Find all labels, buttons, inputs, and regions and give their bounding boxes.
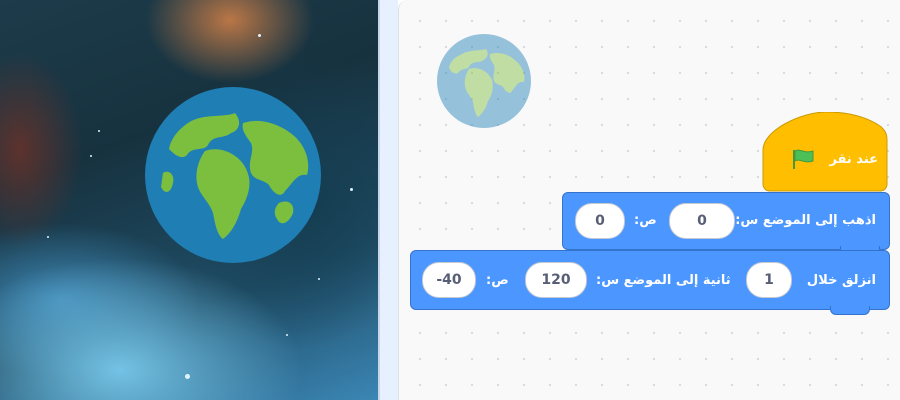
star [286, 334, 288, 336]
star [318, 278, 320, 280]
star [47, 236, 49, 238]
sprite-thumbnail [437, 34, 531, 128]
glide-label: انزلق خلال [806, 273, 876, 288]
glide-y-input[interactable]: -40 [422, 262, 476, 298]
x-position-input[interactable]: 0 [669, 203, 735, 239]
stage-divider[interactable] [378, 0, 398, 400]
star [350, 188, 353, 191]
go-to-xy-label: اذهب إلى الموضع س: [735, 213, 876, 228]
glide-seconds-input[interactable]: 1 [746, 262, 792, 298]
stage[interactable] [0, 0, 378, 400]
star [258, 34, 261, 37]
glide-y-label: ص: [486, 273, 509, 288]
glide-x-input[interactable]: 120 [525, 262, 587, 298]
star [98, 130, 100, 132]
y-label: ص: [634, 213, 657, 228]
star [185, 374, 190, 379]
green-flag-icon [793, 149, 814, 169]
when-flag-clicked-label: عند نقر [829, 152, 878, 167]
star [90, 155, 92, 157]
glide-to-position-label: ثانية إلى الموضع س: [596, 273, 731, 288]
earth-sprite[interactable] [143, 83, 323, 267]
block-notch [830, 306, 870, 315]
y-position-input[interactable]: 0 [575, 203, 625, 239]
